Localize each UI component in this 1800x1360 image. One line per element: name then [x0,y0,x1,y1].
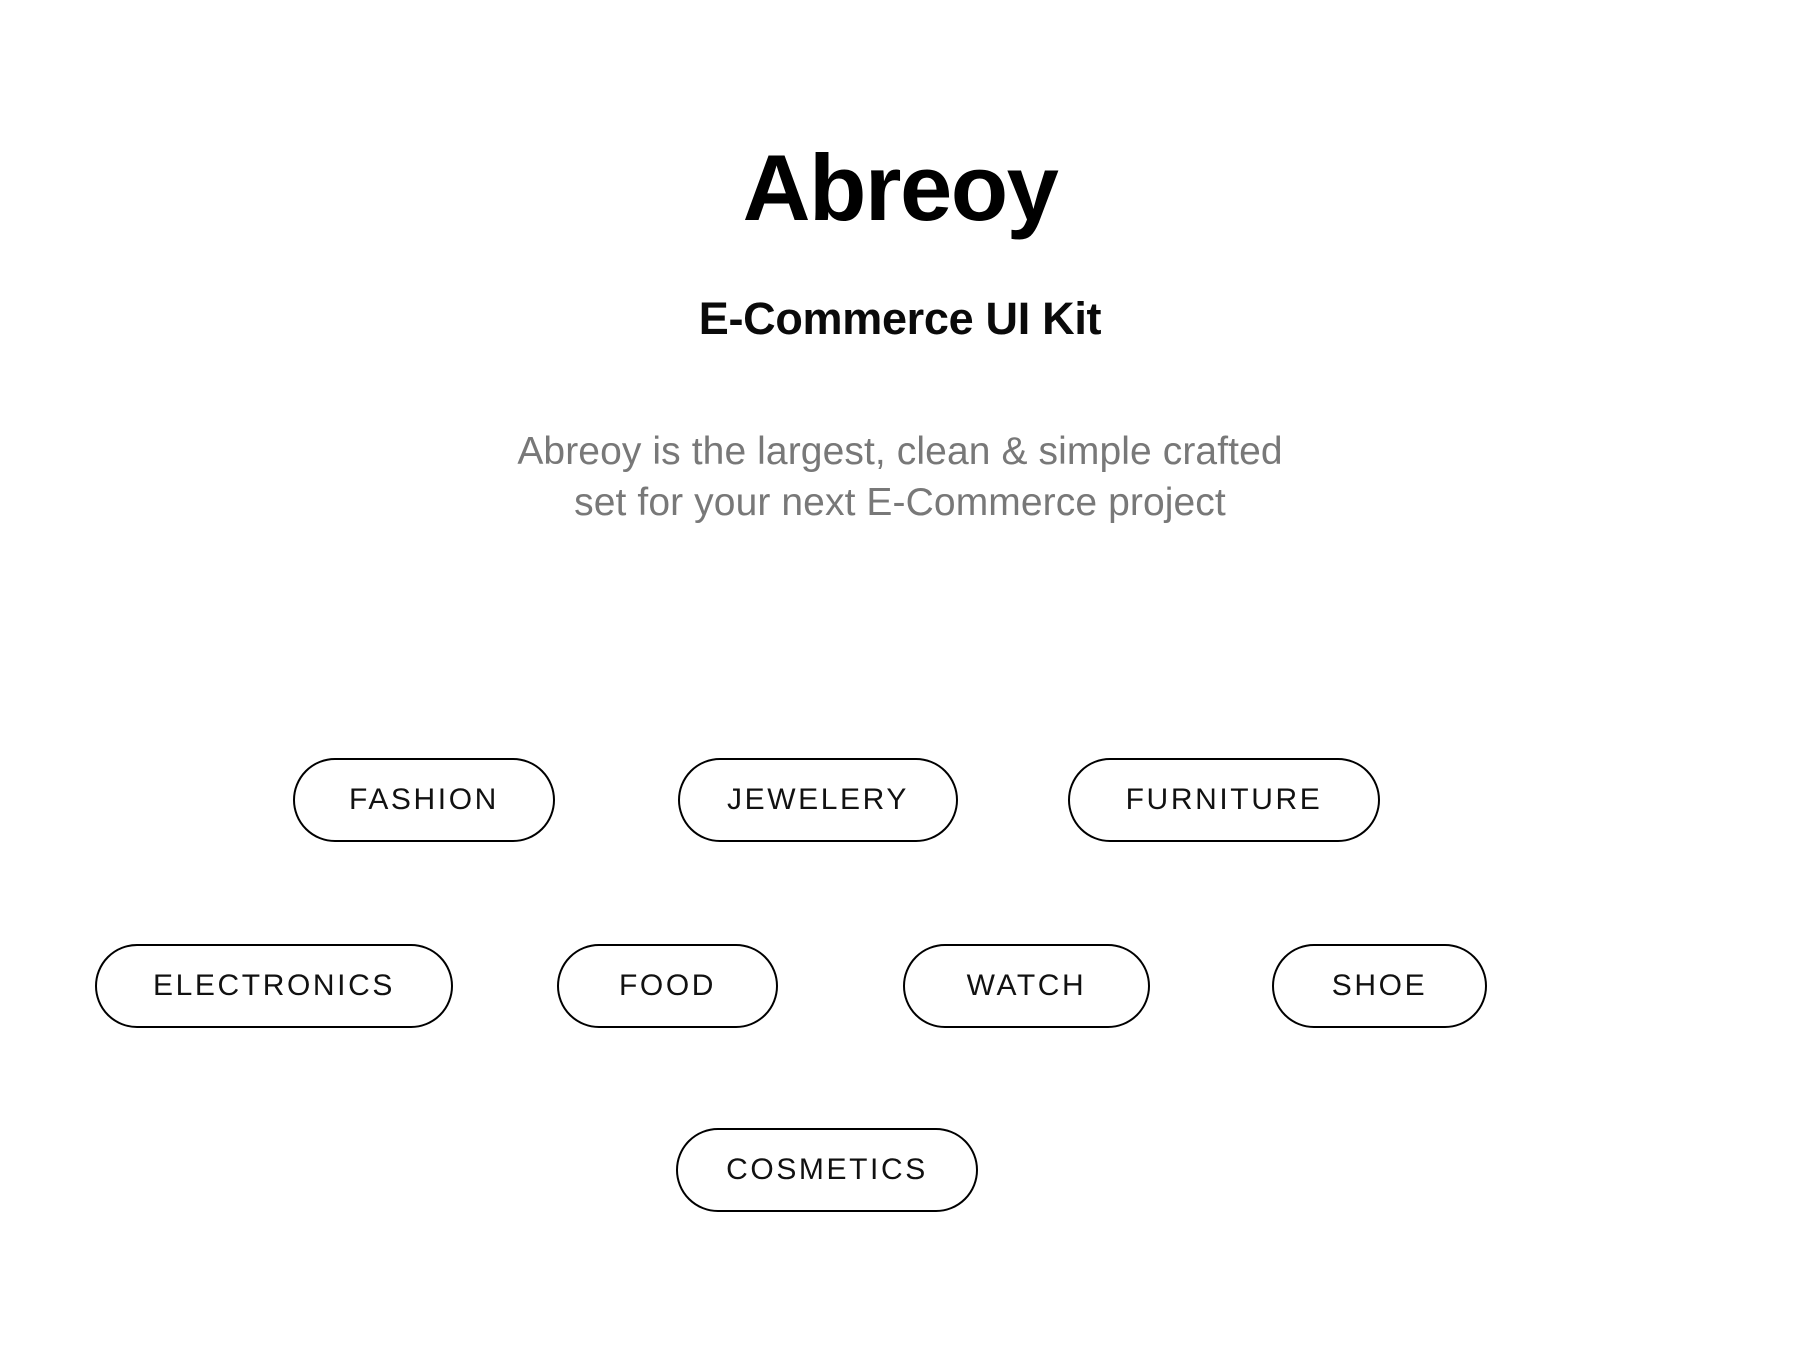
category-pill-electronics[interactable]: ELECTRONICS [95,944,453,1028]
category-pill-jewelery[interactable]: JEWELERY [678,758,958,842]
category-pill-furniture[interactable]: FURNITURE [1068,758,1380,842]
category-pill-shoe[interactable]: SHOE [1272,944,1487,1028]
category-pill-food[interactable]: FOOD [557,944,778,1028]
category-pill-group: FASHION JEWELERY FURNITURE ELECTRONICS F… [0,0,1800,1360]
category-row-2: ELECTRONICS FOOD WATCH SHOE [0,944,1800,1028]
ui-kit-cover-page: Abreoy E-Commerce UI Kit Abreoy is the l… [0,0,1800,1360]
category-pill-watch[interactable]: WATCH [903,944,1150,1028]
category-pill-fashion[interactable]: FASHION [293,758,555,842]
category-row-1: FASHION JEWELERY FURNITURE [0,758,1800,842]
category-row-3: COSMETICS [0,1128,1800,1212]
category-pill-cosmetics[interactable]: COSMETICS [676,1128,978,1212]
